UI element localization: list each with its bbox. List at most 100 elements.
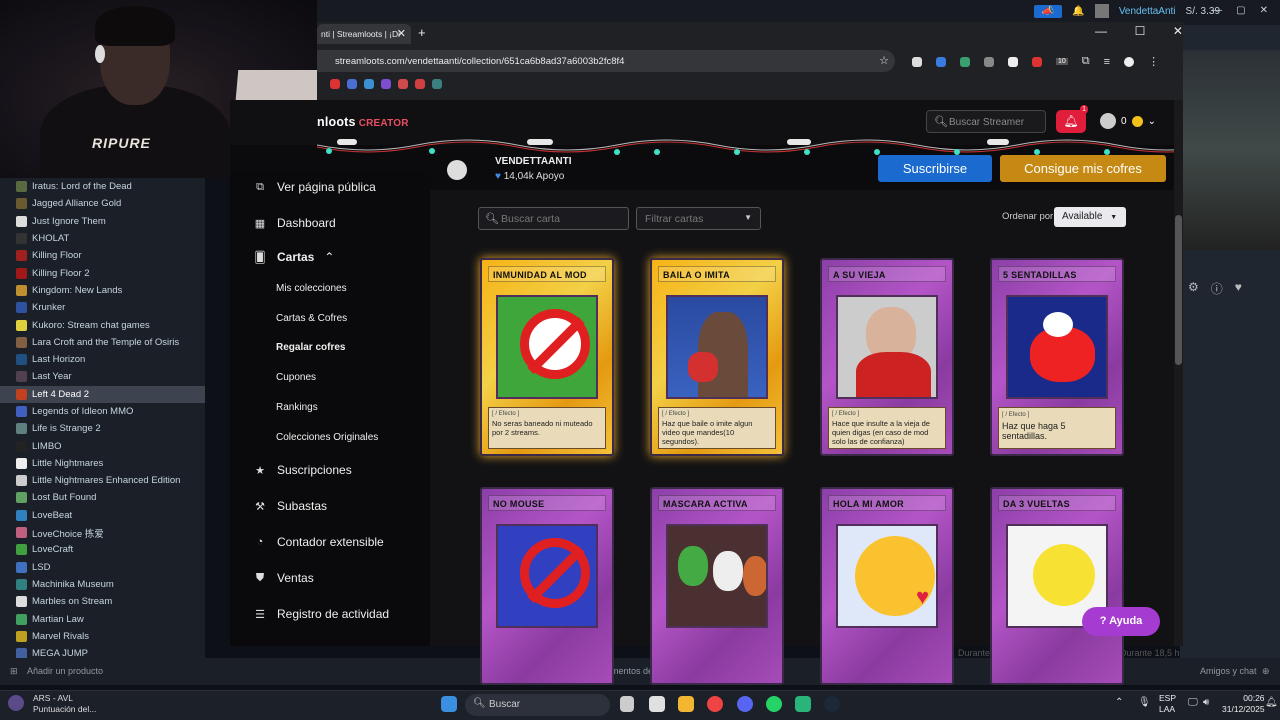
nav-sales[interactable]: ⛊ Ventas [253, 571, 314, 585]
star-icon[interactable]: ☆ [879, 54, 889, 67]
game-list-item[interactable]: Iratus: Lord of the Dead [0, 178, 205, 195]
nav-dashboard[interactable]: ▦ Dashboard [253, 216, 336, 230]
game-list-item[interactable]: Krunker [0, 299, 205, 316]
extension-badge[interactable]: 10 [1056, 58, 1068, 65]
start-icon[interactable] [441, 696, 457, 712]
game-list-item[interactable]: LoveCraft [0, 541, 205, 558]
nav-counter[interactable]: ◔ Contador extensible [253, 535, 384, 549]
user-menu[interactable]: 0 ⌄ [1100, 113, 1156, 129]
game-list-item[interactable]: Last Horizon [0, 351, 205, 368]
nav-auctions[interactable]: ⚒ Subastas [253, 499, 327, 513]
heart-icon[interactable]: ♥ [1235, 280, 1242, 297]
nav-original-collections[interactable]: Colecciones Originales [276, 432, 378, 443]
maximize-icon[interactable]: ▢ [1236, 5, 1245, 16]
close-icon[interactable]: ✕ [1173, 24, 1183, 38]
bookmark-icon[interactable] [432, 79, 442, 89]
bookmark-icon[interactable] [364, 79, 374, 89]
game-list-item[interactable]: Martian Law [0, 610, 205, 627]
game-list-item[interactable]: Killing Floor 2 [0, 264, 205, 281]
search-card-input[interactable]: 🔍︎ Buscar carta [478, 207, 629, 230]
add-product-icon[interactable]: ⊞ [10, 666, 18, 677]
volume-icon[interactable]: 🔊︎ [1203, 697, 1209, 708]
nav-my-collections[interactable]: Mis colecciones [276, 283, 347, 294]
bookmark-icon[interactable] [347, 79, 357, 89]
get-chests-button[interactable]: Consigue mis cofres [1000, 155, 1166, 182]
address-bar[interactable]: streamloots.com/vendettaanti/collection/… [317, 50, 895, 72]
game-list-item[interactable]: Marbles on Stream [0, 593, 205, 610]
taskbar-search[interactable]: 🔍︎ Buscar [465, 694, 610, 716]
nav-coupons[interactable]: Cupones [276, 372, 316, 383]
game-list-item[interactable]: Life is Strange 2 [0, 420, 205, 437]
add-product-link[interactable]: Añadir un producto [27, 666, 103, 676]
sort-select[interactable]: Available ▼ [1054, 207, 1126, 227]
friends-chat-icon[interactable]: ⊕ [1262, 666, 1270, 677]
search-streamer-input[interactable]: 🔍︎ Buscar Streamer [926, 110, 1046, 133]
clock[interactable]: 00:26 31/12/2025 [1222, 693, 1265, 715]
bookmark-icon[interactable] [381, 79, 391, 89]
collection-card[interactable]: MASCARA ACTIVA [650, 487, 784, 685]
friends-chat[interactable]: Amigos y chat [1200, 666, 1257, 676]
new-tab-icon[interactable]: + [418, 25, 426, 40]
game-list-item[interactable]: Lost But Found [0, 489, 205, 506]
notification-icon[interactable]: 🔔 [1072, 6, 1084, 17]
more-icon[interactable]: ⋮ [1148, 55, 1159, 68]
notifications-button[interactable]: 🔔︎ 1 [1056, 105, 1088, 133]
chrome-icon[interactable] [707, 696, 723, 712]
minimize-icon[interactable]: — [1095, 24, 1107, 38]
extension-icon[interactable] [1032, 56, 1042, 67]
game-list-item[interactable]: MEGA JUMP [0, 645, 205, 658]
chevron-up-icon[interactable]: ⌃ [1115, 697, 1123, 708]
nav-rankings[interactable]: Rankings [276, 402, 318, 413]
maximize-icon[interactable]: ☐ [1135, 24, 1146, 38]
extension-icon[interactable] [984, 56, 994, 67]
nav-cards[interactable]: 🂠 Cartas ⌃ [253, 250, 334, 264]
steam-username[interactable]: VendettaAnti [1119, 6, 1176, 17]
puzzle-icon[interactable]: ⧉ [1082, 55, 1090, 68]
game-list-item[interactable]: LIMBO [0, 437, 205, 454]
game-list-item[interactable]: Kingdom: New Lands [0, 282, 205, 299]
game-list-item[interactable]: Little Nightmares Enhanced Edition [0, 472, 205, 489]
browser-tab[interactable]: nti | Streamloots | ¡Di ✕ [317, 24, 411, 44]
announcement-icon[interactable]: 📣 [1033, 4, 1063, 18]
network-icon[interactable]: 🖵︎ [1188, 697, 1198, 708]
game-list-item[interactable]: Jagged Alliance Gold [0, 195, 205, 212]
gear-icon[interactable]: ⚙ [1188, 280, 1199, 297]
nav-subscriptions[interactable]: ★ Suscripciones [253, 463, 352, 477]
avatar[interactable] [1094, 4, 1109, 18]
whatsapp-icon[interactable] [766, 696, 782, 712]
collection-card[interactable]: NO MOUSE [480, 487, 614, 685]
game-list-item[interactable]: LoveBeat [0, 507, 205, 524]
game-list-item[interactable]: LSD [0, 559, 205, 576]
page-scrollbar[interactable] [1174, 100, 1183, 646]
filter-cards-select[interactable]: Filtrar cartas ▼ [636, 207, 761, 230]
language-indicator[interactable]: ESP LAA [1159, 693, 1176, 715]
extension-icon[interactable] [1008, 56, 1018, 67]
steam-icon[interactable] [824, 696, 840, 712]
subscribe-button[interactable]: Suscribirse [878, 155, 992, 182]
menu-list-icon[interactable]: ≡ [1104, 56, 1110, 68]
collection-card[interactable]: INMUNIDAD AL MOD [ / Efecto ] No seras ban… [480, 258, 614, 456]
task-view-icon[interactable] [620, 696, 634, 712]
store-icon[interactable] [649, 696, 665, 712]
microphone-icon[interactable]: 🎙︎ [1138, 697, 1151, 708]
notification-center-icon[interactable]: 🔔︎ [1265, 697, 1278, 708]
streamer-name[interactable]: VENDETTAANTI [495, 156, 571, 167]
close-tab-icon[interactable]: ✕ [397, 27, 406, 40]
minimize-icon[interactable]: — [1212, 5, 1222, 16]
close-icon[interactable]: ✕ [1260, 5, 1268, 16]
weather-widget[interactable]: ARS - AVL Puntuación del... [8, 693, 96, 715]
help-button[interactable]: ? Ayuda [1082, 607, 1160, 636]
collection-card[interactable]: HOLA MI AMOR ♥ [820, 487, 954, 685]
profile-icon[interactable] [1124, 56, 1135, 67]
game-list-item[interactable]: Kukoro: Stream chat games [0, 316, 205, 333]
game-list-item[interactable]: KHOLAT [0, 230, 205, 247]
extension-icon[interactable] [936, 56, 946, 67]
game-list-item[interactable]: Lara Croft and the Temple of Osiris [0, 334, 205, 351]
game-list-item[interactable]: Marvel Rivals [0, 628, 205, 645]
nav-activity-log[interactable]: ☰ Registro de actividad [253, 607, 389, 621]
game-list-item[interactable]: Legends of Idleon MMO [0, 403, 205, 420]
game-list-item[interactable]: Left 4 Dead 2 [0, 385, 205, 403]
discord-icon[interactable] [737, 696, 753, 712]
nav-public-page[interactable]: ⧉ Ver página pública [253, 180, 376, 194]
streamloots-logo[interactable]: nloots CREATOR [317, 115, 409, 129]
